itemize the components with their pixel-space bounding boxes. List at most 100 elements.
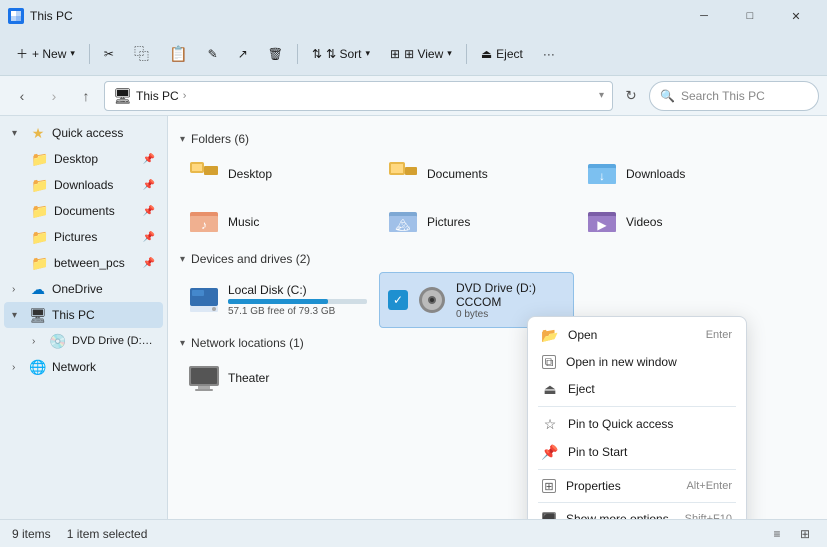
delete-button[interactable]: 🗑 <box>260 38 291 70</box>
app-icon <box>8 8 24 24</box>
drive-d-icon <box>416 284 448 316</box>
back-button[interactable]: ‹ <box>8 82 36 110</box>
sidebar-item-thispc[interactable]: ▾ 🖥 This PC <box>4 302 163 328</box>
main-container: ▾ ★ Quick access 📁 Desktop 📌 📁 Downloads… <box>0 116 827 519</box>
context-properties[interactable]: ⊞ Properties Alt+Enter <box>532 473 742 499</box>
drive-c[interactable]: Local Disk (C:) 57.1 GB free of 79.3 GB <box>180 272 375 328</box>
documents-label: Documents <box>427 167 488 181</box>
sidebar-item-downloads[interactable]: 📁 Downloads 📌 <box>4 172 163 198</box>
desktop-label: Desktop <box>228 167 272 181</box>
context-sep-3 <box>538 502 736 503</box>
cut-button[interactable]: ✂ <box>96 38 122 70</box>
sidebar-item-documents[interactable]: 📁 Documents 📌 <box>4 198 163 224</box>
context-properties-shortcut: Alt+Enter <box>686 480 732 492</box>
context-eject[interactable]: ⏏ Eject <box>532 375 742 403</box>
search-box[interactable]: 🔍 Search This PC <box>649 81 819 111</box>
drive-c-name: Local Disk (C:) <box>228 283 367 297</box>
list-view-icon[interactable]: ≡ <box>767 524 787 544</box>
sidebar-item-betweenpcs[interactable]: 📁 between_pcs 📌 <box>4 250 163 276</box>
share-icon: ↗ <box>238 47 248 61</box>
forward-button[interactable]: › <box>40 82 68 110</box>
sidebar-item-network[interactable]: › 🌐 Network <box>4 354 163 380</box>
quickaccess-icon: ★ <box>30 125 46 141</box>
close-button[interactable]: ✕ <box>773 0 819 32</box>
copy-button[interactable]: ⿻ <box>126 38 157 70</box>
open-icon: 📂 <box>542 327 558 343</box>
folder-videos[interactable]: ▶ Videos <box>578 200 773 244</box>
show-more-icon: ⬛ <box>542 512 556 519</box>
paste-button[interactable]: 📋 <box>161 38 196 70</box>
item-count: 9 items <box>12 527 51 541</box>
sidebar: ▾ ★ Quick access 📁 Desktop 📌 📁 Downloads… <box>0 116 168 519</box>
sidebar-section-quickaccess[interactable]: ▾ ★ Quick access <box>4 120 163 146</box>
folder-music[interactable]: ♪ Music <box>180 200 375 244</box>
context-pin-start[interactable]: 📌 Pin to Start <box>532 438 742 466</box>
pictures-label: Pictures <box>427 215 470 229</box>
toolbar-sep-1 <box>89 44 90 64</box>
context-show-more[interactable]: ⬛ Show more options Shift+F10 <box>532 506 742 519</box>
sort-button[interactable]: ⇅ ⇅ Sort ▾ <box>304 38 378 70</box>
svg-text:♪: ♪ <box>201 218 207 232</box>
breadcrumb-thispc: This PC <box>136 89 179 103</box>
drive-d-info: DVD Drive (D:) CCCOM 0 bytes <box>456 281 565 320</box>
eject-icon: ⏏ <box>481 47 492 61</box>
more-button[interactable]: ··· <box>535 38 563 70</box>
sidebar-item-quickaccess: Quick access <box>52 126 155 140</box>
context-open-new-window-label: Open in new window <box>566 355 722 369</box>
view-chevron-icon: ▾ <box>447 48 452 59</box>
context-pin-start-label: Pin to Start <box>568 445 722 459</box>
sidebar-item-desktop[interactable]: 📁 Desktop 📌 <box>4 146 163 172</box>
up-button[interactable]: ↑ <box>72 82 100 110</box>
context-open-new-window[interactable]: ⧉ Open in new window <box>532 349 742 375</box>
view-button[interactable]: ⊞ ⊞ View ▾ <box>382 38 460 70</box>
toolbar-sep-2 <box>297 44 298 64</box>
eject-button[interactable]: ⏏ Eject <box>473 38 531 70</box>
address-bar: ‹ › ↑ 🖥 This PC › ▾ ↻ 🔍 Search This PC <box>0 76 827 116</box>
search-icon: 🔍 <box>660 89 675 103</box>
title-bar-left: This PC <box>8 8 73 24</box>
folder-documents[interactable]: Documents <box>379 152 574 196</box>
folders-section-title: Folders (6) <box>191 132 249 146</box>
thispc-icon: 🖥 <box>30 307 46 323</box>
videos-icon: ▶ <box>586 206 618 238</box>
address-input[interactable]: 🖥 This PC › ▾ <box>104 81 613 111</box>
minimize-button[interactable]: ─ <box>681 0 727 32</box>
folders-grid: Desktop Documents <box>180 152 815 244</box>
context-show-more-shortcut: Shift+F10 <box>685 513 732 519</box>
devices-section-header: ▾ Devices and drives (2) <box>180 252 815 266</box>
network-chevron-icon: › <box>12 362 24 373</box>
refresh-button[interactable]: ↻ <box>617 82 645 110</box>
folder-downloads[interactable]: ↓ Downloads <box>578 152 773 196</box>
folder-desktop[interactable]: Desktop <box>180 152 375 196</box>
maximize-button[interactable]: □ <box>727 0 773 32</box>
sidebar-item-onedrive[interactable]: › ☁ OneDrive <box>4 276 163 302</box>
downloads-folder-icon: 📁 <box>32 177 48 193</box>
documents-folder-icon: 📁 <box>32 203 48 219</box>
svg-text:↓: ↓ <box>599 169 605 183</box>
context-open[interactable]: 📂 Open Enter <box>532 321 742 349</box>
grid-view-icon[interactable]: ⊞ <box>795 524 815 544</box>
rename-button[interactable]: ✎ <box>200 38 226 70</box>
drive-d-name: DVD Drive (D:) CCCOM <box>456 281 565 309</box>
folders-toggle-icon[interactable]: ▾ <box>180 134 185 145</box>
dvd-chevron-icon: › <box>32 336 44 347</box>
pin-icon-2: 📌 <box>143 180 155 191</box>
context-pin-quickaccess[interactable]: ☆ Pin to Quick access <box>532 410 742 438</box>
share-button[interactable]: ↗ <box>230 38 256 70</box>
onedrive-chevron-icon: › <box>12 284 24 295</box>
paste-icon: 📋 <box>169 45 188 63</box>
theater-label: Theater <box>228 371 269 385</box>
drive-c-bar <box>228 299 328 304</box>
network-toggle-icon[interactable]: ▾ <box>180 338 185 349</box>
sidebar-item-pictures[interactable]: 📁 Pictures 📌 <box>4 224 163 250</box>
devices-toggle-icon[interactable]: ▾ <box>180 254 185 265</box>
network-theater[interactable]: Theater <box>180 356 375 400</box>
drive-c-info: Local Disk (C:) 57.1 GB free of 79.3 GB <box>228 283 367 317</box>
drive-c-icon <box>188 284 220 316</box>
breadcrumb: 🖥 This PC › <box>113 87 595 105</box>
folder-pictures[interactable]: 🏔 Pictures <box>379 200 574 244</box>
quickaccess-chevron-icon: ▾ <box>12 128 24 139</box>
sidebar-item-dvddrive[interactable]: › 💿 DVD Drive (D:) CCCOMA_X6 <box>4 328 163 354</box>
new-button[interactable]: ＋ + New ▾ <box>8 38 83 70</box>
desktop-icon <box>188 158 220 190</box>
